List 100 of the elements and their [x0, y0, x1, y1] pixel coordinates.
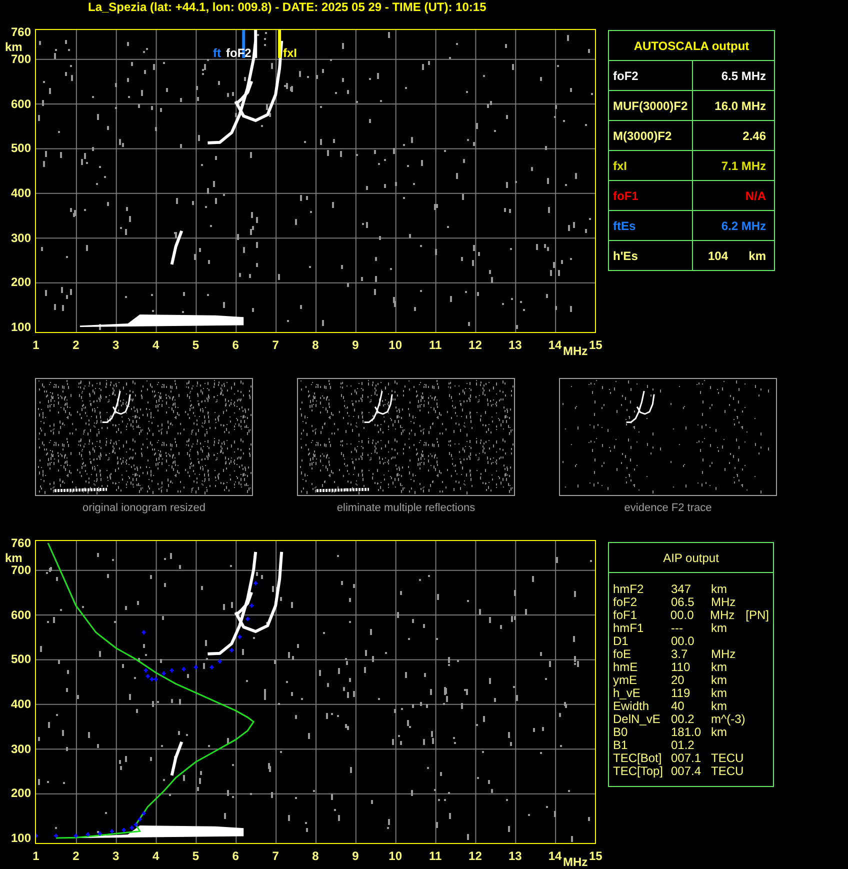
axis-tick-label: 700: [10, 52, 31, 66]
axis-tick-label: 8: [311, 338, 320, 352]
parameter-value: 00.0: [670, 608, 694, 622]
axis-tick-label: 200: [10, 786, 31, 800]
axis-tick-label: 2: [72, 338, 80, 352]
parameter-unit: MHz: [711, 595, 736, 609]
parameter-unit: km: [711, 673, 727, 687]
axis-tick-label: 6: [231, 849, 240, 863]
axis-tick-label: 13: [507, 849, 523, 863]
parameter-unit: MHz: [711, 647, 736, 661]
axis-tick-label: 12: [468, 338, 483, 352]
parameter-value: 20: [671, 673, 684, 687]
marker-label: ft: [213, 46, 221, 60]
axis-unit-label: MHz: [563, 344, 588, 358]
parameter-name: foF1: [613, 609, 638, 622]
axis-tick-label: 9: [351, 338, 360, 352]
parameter-value: 007.1: [671, 751, 702, 765]
parameter-name: fxI: [613, 158, 628, 172]
table-title: AIP output: [663, 550, 719, 564]
axis-tick-label: 2: [72, 849, 80, 863]
parameter-value: 3.7: [671, 647, 688, 661]
axis-tick-label: 10: [388, 338, 404, 352]
parameter-value: 347: [671, 582, 692, 596]
parameter-value: 40: [671, 699, 684, 713]
parameter-value: ---: [671, 621, 683, 635]
parameter-name: DelN_vE: [613, 713, 662, 726]
parameter-value: 2.46: [742, 128, 766, 142]
axis-tick-label: 7: [271, 849, 280, 863]
axis-tick-label: 6: [231, 338, 240, 352]
axis-tick-label: 600: [10, 608, 31, 622]
parameter-value: N/A: [745, 188, 766, 202]
axis-tick-label: 12: [468, 849, 483, 863]
parameter-unit: TECU: [711, 751, 744, 765]
ionogram-title: La_Spezia (lat: +44.1, lon: 009.8) - DATE: 2025 05 29 - TIME (UT): 10:15: [87, 0, 488, 16]
parameter-name: Ewidth: [613, 700, 650, 713]
axis-tick-label: 9: [351, 849, 360, 863]
parameter-name: TEC[Bot]: [613, 752, 663, 765]
parameter-name: D1: [613, 635, 630, 648]
axis-tick-label: 500: [10, 652, 31, 666]
parameter-name: MUF(3000)F2: [613, 98, 688, 112]
axis-tick-label: 500: [10, 141, 31, 156]
axis-tick-label: 300: [10, 230, 31, 245]
axis-tick-label: 10: [388, 849, 404, 863]
axis-tick-label: 15: [589, 849, 602, 863]
parameter-name: foE: [613, 648, 632, 661]
axis-tick-label: 5: [191, 849, 200, 863]
parameter-unit: km: [711, 621, 727, 635]
axis-tick-label: 700: [10, 562, 31, 577]
axis-tick-label: 300: [10, 742, 31, 756]
axis-tick-label: 4: [151, 338, 160, 352]
parameter-name: hmF1: [613, 622, 645, 635]
parameter-name: h'Es: [613, 248, 638, 262]
parameter-name: foF2: [613, 596, 638, 609]
parameter-value: 110: [671, 660, 690, 674]
axis-tick-label: 200: [10, 275, 31, 290]
parameter-name: ymE: [613, 674, 638, 687]
thumbnail-caption: eliminate multiple reflections: [336, 502, 476, 515]
axis-tick-label: 14: [547, 338, 563, 352]
parameter-name: hmF2: [613, 583, 645, 596]
parameter-unit: km: [711, 699, 727, 713]
parameter-unit: TECU: [711, 764, 744, 778]
axis-tick-label: 600: [10, 96, 31, 111]
thumbnail-caption: evidence F2 trace: [624, 502, 712, 515]
parameter-value: 7.1 MHz: [721, 158, 766, 172]
parameter-name: TEC[Top]: [613, 765, 664, 778]
axis-tick-label: 13: [507, 338, 523, 352]
parameter-unit: km: [748, 248, 766, 262]
parameter-value: 01.2: [671, 738, 694, 752]
thumbnail-caption: original ionogram resized: [82, 502, 206, 515]
axis-tick-label: 5: [191, 338, 200, 352]
parameter-value: 104: [708, 248, 728, 262]
parameter-value: 06.5: [671, 595, 694, 609]
axis-tick-label: 3: [112, 338, 120, 352]
parameter-value: 6.2 MHz: [721, 218, 766, 232]
parameter-unit: m^(-3): [711, 712, 746, 726]
axis-tick-label: 1: [32, 338, 40, 352]
axis-tick-label: 400: [10, 696, 31, 711]
parameter-value: 00.2: [671, 712, 694, 726]
parameter-value: 181.0: [671, 725, 702, 739]
axis-unit-label: MHz: [563, 855, 588, 869]
parameter-note: [PN]: [746, 609, 769, 622]
parameter-unit: km: [711, 686, 727, 700]
parameter-name: ftEs: [613, 218, 636, 232]
axis-tick-label: 100: [10, 831, 31, 846]
axis-tick-label: 8: [311, 849, 320, 863]
axis-tick-label: 11: [428, 338, 443, 352]
parameter-name: h_vE: [613, 687, 642, 700]
parameter-name: hmE: [613, 661, 639, 674]
marker-line: [254, 30, 257, 58]
parameter-value: 119: [671, 686, 690, 700]
axis-tick-label: 100: [10, 320, 31, 334]
marker-label: fxI: [283, 46, 298, 60]
axis-tick-label: 4: [151, 849, 160, 863]
parameter-name: foF1: [613, 188, 638, 202]
axis-tick-label: 760: [10, 25, 31, 39]
parameter-unit: km: [711, 582, 727, 596]
table-title: AUTOSCALA output: [634, 38, 750, 52]
axis-tick-label: 400: [10, 186, 31, 200]
axis-tick-label: 3: [112, 849, 120, 863]
parameter-unit: MHz: [710, 608, 735, 622]
